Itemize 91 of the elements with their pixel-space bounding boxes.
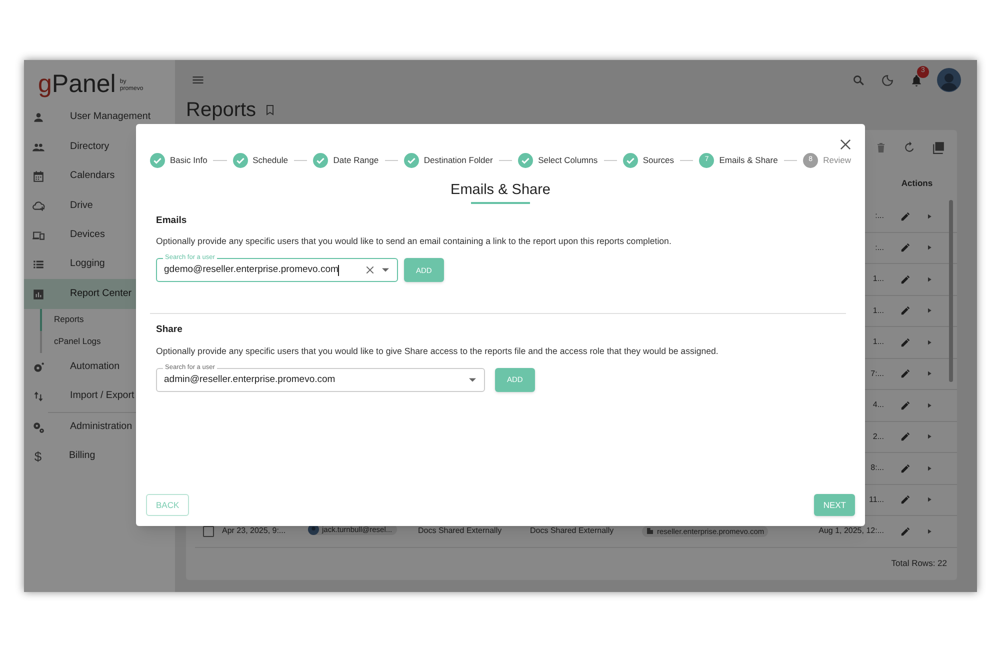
table-cell: 7:... xyxy=(870,368,884,380)
bell-icon xyxy=(910,74,923,86)
trash-icon xyxy=(875,142,887,154)
step-label: Emails & Share xyxy=(719,154,778,166)
avatar[interactable] xyxy=(937,68,961,92)
section-description: Optionally provide any specific users that you would like to give Share access to the reports file and the access role that they would be assigned. xyxy=(156,344,720,358)
sidebar-item[interactable]: Logging xyxy=(24,250,136,280)
play-icon xyxy=(925,243,934,252)
people-icon xyxy=(32,140,45,154)
table-cell: :... xyxy=(875,242,884,254)
search-icon xyxy=(852,74,865,86)
column-header: Actions xyxy=(900,176,934,190)
play-icon xyxy=(925,274,934,284)
section-description: Optionally provide any specific users that you would like to send an email containing a link to the report upon this reports completion. xyxy=(156,235,672,248)
table-cell: 4... xyxy=(872,399,884,412)
page-title: Reports xyxy=(186,98,256,123)
dollar-icon: $ xyxy=(32,446,44,466)
gears-icon xyxy=(32,420,45,434)
section-title: Share xyxy=(156,323,184,338)
table-cell: Docs Shared Externally xyxy=(530,526,614,536)
sidebar-item[interactable]: Directory xyxy=(24,132,136,162)
table-cell: :... xyxy=(875,210,884,222)
row-checkbox[interactable] xyxy=(203,526,214,537)
arrows-icon xyxy=(32,390,45,404)
play-icon xyxy=(925,495,934,504)
gear-icon xyxy=(32,360,45,374)
step-label: Review xyxy=(823,154,851,166)
sidebar-item[interactable]: Calendars xyxy=(24,162,136,192)
step-label: Sources xyxy=(642,154,674,166)
pencil-icon xyxy=(900,242,911,254)
table-cell: Docs Shared Externally xyxy=(418,526,502,536)
scrollbar[interactable] xyxy=(949,200,953,382)
clear-icon[interactable] xyxy=(366,266,374,274)
play-icon xyxy=(925,369,934,378)
table-cell: 8:... xyxy=(870,462,884,474)
table-cell: Aug 1, 2025, 12:... xyxy=(818,525,884,538)
play-icon xyxy=(925,432,934,442)
person-icon xyxy=(32,111,45,124)
pencil-icon xyxy=(900,526,911,537)
sidebar-item[interactable]: $ Billing xyxy=(24,442,136,472)
close-icon[interactable] xyxy=(840,139,851,150)
moon-icon xyxy=(881,74,894,86)
dropdown-caret-icon[interactable] xyxy=(382,268,389,272)
devices-icon xyxy=(32,228,45,242)
dialog-heading: Emails & Share xyxy=(450,181,550,199)
table-cell: 1... xyxy=(872,304,884,317)
pencil-icon xyxy=(900,274,911,285)
sidebar-item[interactable]: Report Center xyxy=(24,279,136,309)
play-icon xyxy=(925,212,934,221)
library-icon xyxy=(932,141,945,154)
chart-icon xyxy=(32,288,45,301)
step-label: Schedule xyxy=(252,154,288,166)
sidebar-item[interactable]: User Management xyxy=(24,103,175,132)
pencil-icon xyxy=(900,400,911,411)
field-value: admin@reseller.enterprise.promevo.com xyxy=(164,372,336,387)
dropdown-caret-icon[interactable] xyxy=(469,378,476,382)
building-icon xyxy=(646,527,654,536)
play-icon xyxy=(925,464,934,473)
list-icon xyxy=(32,258,45,272)
calendar-icon xyxy=(32,170,45,183)
step-label: Basic Info xyxy=(170,154,208,166)
table-cell: Apr 23, 2025, 9:... xyxy=(222,526,286,536)
pencil-icon xyxy=(900,305,911,316)
sidebar-item[interactable]: Administration xyxy=(24,412,136,442)
section-title: Emails xyxy=(156,214,188,228)
table-cell: 1... xyxy=(872,273,884,286)
pencil-icon xyxy=(900,210,911,222)
pencil-icon xyxy=(900,494,911,506)
sidebar-item[interactable]: Devices xyxy=(24,220,136,250)
pencil-icon xyxy=(900,462,911,474)
sidebar-item[interactable]: Import / Export xyxy=(24,382,136,412)
step-label: Select Columns xyxy=(538,154,598,166)
pencil-icon xyxy=(900,368,911,380)
pencil-icon xyxy=(900,336,911,348)
table-cell: 11... xyxy=(869,494,884,506)
play-icon xyxy=(925,400,934,410)
play-icon xyxy=(925,526,934,536)
sidebar-item[interactable]: Drive xyxy=(24,191,136,221)
step-label: Date Range xyxy=(333,154,379,166)
total-rows: Total Rows: 22 xyxy=(891,557,947,570)
cloud-icon xyxy=(32,199,45,212)
field-value: gdemo@reseller.enterprise.promevo.com xyxy=(164,263,338,278)
pencil-icon xyxy=(900,431,911,442)
step-label: Destination Folder xyxy=(424,154,493,166)
sidebar-item[interactable]: Automation xyxy=(24,352,136,382)
table-cell: 2... xyxy=(872,430,884,443)
refresh-icon xyxy=(903,141,916,154)
table-cell: 1... xyxy=(872,336,884,348)
bookmark-icon xyxy=(264,104,276,116)
play-icon xyxy=(925,338,934,347)
play-icon xyxy=(925,306,934,316)
